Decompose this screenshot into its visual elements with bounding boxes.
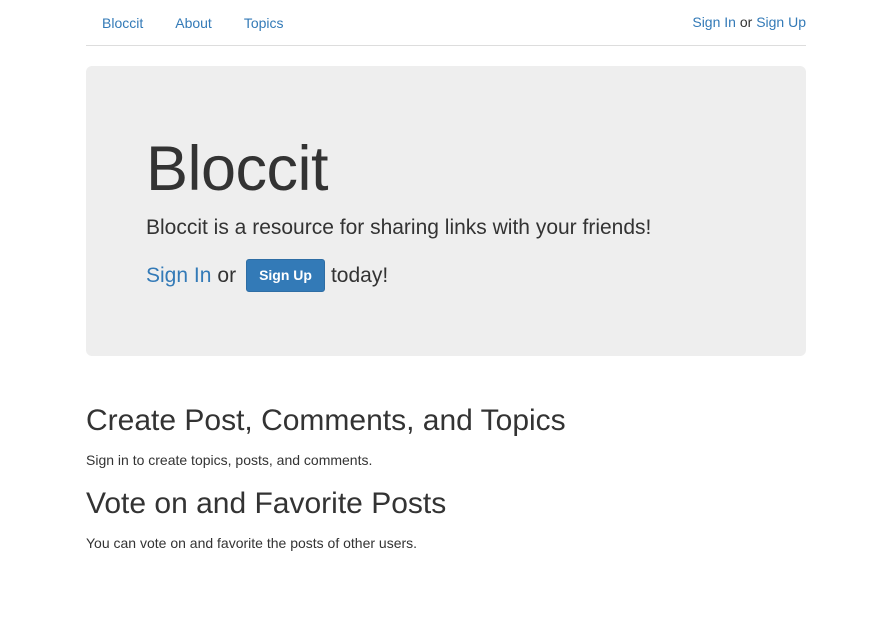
jumbotron-or-text: or [217, 263, 237, 287]
section-title-create: Create Post, Comments, and Topics [86, 404, 566, 437]
section-text-vote: You can vote on and favorite the posts o… [86, 535, 418, 551]
nav-link-topics[interactable]: Topics [228, 15, 300, 31]
jumbotron-sign-in-link[interactable]: Sign In [146, 264, 211, 288]
nav-sign-in-link[interactable]: Sign In [692, 14, 736, 30]
jumbotron-title: Bloccit [146, 134, 329, 204]
jumbotron-suffix-text: today! [330, 263, 389, 287]
nav-link-bloccit[interactable]: Bloccit [86, 15, 159, 31]
nav-links: Bloccit About Topics [86, 0, 300, 45]
jumbotron-lead: Bloccit is a resource for sharing links … [146, 216, 652, 239]
page-container: Bloccit About Topics Sign In or Sign Up … [86, 0, 806, 551]
section-text-create: Sign in to create topics, posts, and com… [86, 452, 373, 468]
nav-link-about[interactable]: About [159, 15, 228, 31]
nav-sign-up-link[interactable]: Sign Up [756, 14, 806, 30]
sign-up-button[interactable]: Sign Up [246, 259, 325, 292]
section-title-vote: Vote on and Favorite Posts [86, 487, 447, 520]
jumbotron-cta: Sign In or Sign Up today! [146, 259, 388, 292]
jumbotron: Bloccit Bloccit is a resource for sharin… [86, 66, 806, 356]
nav-auth: Sign In or Sign Up [692, 14, 806, 30]
top-navbar: Bloccit About Topics Sign In or Sign Up [86, 0, 806, 46]
nav-or-text: or [739, 14, 753, 30]
